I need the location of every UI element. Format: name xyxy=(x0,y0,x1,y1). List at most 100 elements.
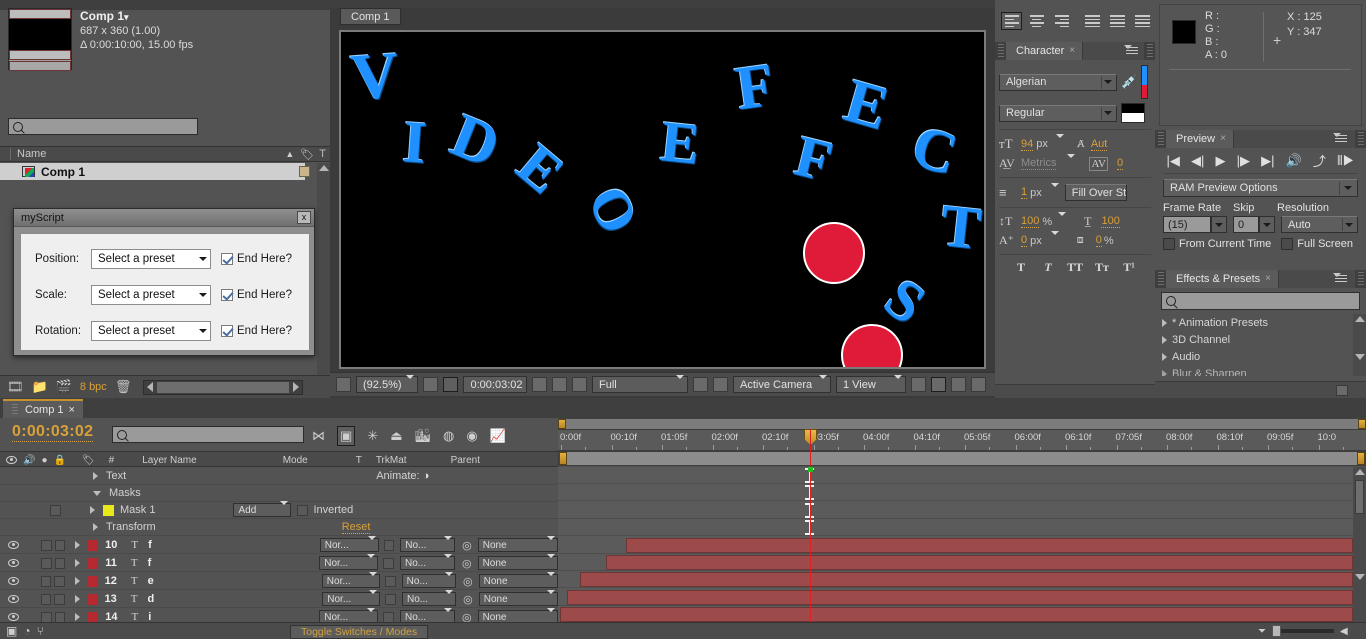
layer-label-color[interactable] xyxy=(86,593,98,605)
layer-visibility-icon[interactable] xyxy=(8,577,19,585)
layer-mode-select[interactable]: Nor... xyxy=(319,553,379,570)
frame-rate-dropdown-icon[interactable] xyxy=(1211,216,1227,233)
region-target-icon[interactable] xyxy=(693,377,708,392)
layer-mode-select[interactable]: Nor... xyxy=(319,535,379,552)
parent-pickwhip-icon[interactable]: ◎ xyxy=(463,575,473,588)
trkmat-select[interactable]: No... xyxy=(401,571,456,588)
layer-solo-checkbox[interactable] xyxy=(40,575,52,587)
track-row[interactable] xyxy=(558,502,1366,519)
rotation-preset-select[interactable]: Select a preset xyxy=(91,321,211,341)
frame-rate-value[interactable]: (15) xyxy=(1163,216,1211,233)
preserve-transparency-checkbox[interactable] xyxy=(385,593,396,605)
next-frame-icon[interactable]: |▶ xyxy=(1237,153,1250,169)
snapshot-icon[interactable] xyxy=(532,377,547,392)
ram-preview-icon[interactable]: ⦀▶ xyxy=(1337,153,1354,169)
loop-icon[interactable]: ⤴ xyxy=(1313,151,1326,170)
layer-visibility-icon[interactable] xyxy=(8,559,19,567)
graph-toggle-icon[interactable]: ⑂ xyxy=(37,624,44,638)
layer-label-color[interactable] xyxy=(87,611,99,623)
list-item[interactable]: Blur & Sharpen xyxy=(1155,365,1366,376)
new-folder-icon[interactable]: 📁 xyxy=(32,379,48,395)
property-row-masks[interactable]: Masks xyxy=(0,485,558,502)
graph-editor-icon[interactable]: ⏏ xyxy=(390,428,402,444)
property-row-transform[interactable]: Transform Reset xyxy=(0,519,558,536)
vscale-value[interactable]: 100 xyxy=(1021,215,1040,228)
align-center-icon[interactable] xyxy=(1026,12,1047,30)
effects-scrollbar[interactable] xyxy=(1353,314,1366,376)
align-right-icon[interactable] xyxy=(1051,12,1072,30)
track-row[interactable] xyxy=(558,467,1366,484)
hscale-value[interactable]: 100 xyxy=(1101,215,1120,228)
justify-all-icon[interactable] xyxy=(1132,12,1153,30)
chevron-right-icon[interactable] xyxy=(74,595,80,603)
sort-arrow-icon[interactable]: ▲ xyxy=(285,149,294,159)
scale-end-here-checkbox[interactable]: End Here? xyxy=(221,289,292,301)
fast-previews-icon[interactable] xyxy=(931,377,946,392)
preserve-transparency-checkbox[interactable] xyxy=(383,611,394,623)
table-row[interactable]: 11 T f Nor... No... ◎ None xyxy=(0,553,558,572)
leading-value[interactable]: Aut xyxy=(1090,138,1108,151)
table-row[interactable]: 12 T e Nor... No... ◎ None xyxy=(0,571,559,590)
viewer-timecode[interactable]: 0:00:03:02 xyxy=(463,376,527,393)
work-area-top-bar[interactable] xyxy=(558,418,1366,429)
timeline-vscrollbar[interactable] xyxy=(1353,467,1366,622)
from-current-time-checkbox[interactable]: From Current Time xyxy=(1163,238,1271,250)
resolution-select[interactable]: Full xyxy=(592,374,688,393)
track-row[interactable] xyxy=(558,484,1366,502)
timeline-ruler[interactable]: 0:00f 00:10f 01:05f 02:00f 02:10f 03:05f 04:00… xyxy=(558,418,1366,466)
preview-resolution-select[interactable]: Auto xyxy=(1281,216,1358,233)
chevron-right-icon[interactable] xyxy=(75,613,81,621)
position-end-here-checkbox[interactable]: End Here? xyxy=(221,253,292,265)
layer-lock-checkbox[interactable] xyxy=(54,557,66,569)
scale-preset-select[interactable]: Select a preset xyxy=(91,285,211,305)
graph-curve-icon[interactable]: 📈 xyxy=(490,428,506,444)
tab-timeline-comp[interactable]: Comp 1 × xyxy=(3,399,83,418)
layer-lock-checkbox[interactable] xyxy=(54,593,65,605)
close-icon[interactable]: x xyxy=(297,211,311,224)
close-icon[interactable]: × xyxy=(1220,130,1226,148)
channels-icon[interactable] xyxy=(572,377,587,392)
trkmat-select[interactable]: No... xyxy=(399,553,455,570)
superscript-icon[interactable]: T¹ xyxy=(1121,260,1138,275)
project-search-input[interactable] xyxy=(8,118,198,135)
layer-switches-icon[interactable]: ▣ xyxy=(6,624,17,638)
layer-visibility-icon[interactable] xyxy=(8,541,19,549)
layer-label-color[interactable] xyxy=(87,575,98,587)
delete-icon[interactable]: 🗑 xyxy=(115,379,132,395)
effects-search-input[interactable] xyxy=(1161,292,1360,310)
property-row-mask1[interactable]: Mask 1 Add Inverted xyxy=(0,500,558,519)
layer-visibility-icon[interactable] xyxy=(8,613,19,621)
mask-mode-select[interactable]: Add xyxy=(233,500,292,517)
faux-bold-icon[interactable]: T xyxy=(1013,260,1030,275)
new-folder-icon[interactable] xyxy=(1336,384,1348,396)
chevron-right-icon[interactable] xyxy=(75,541,81,549)
layer-label-color[interactable] xyxy=(87,539,99,551)
draft-3d-icon[interactable]: ▣ xyxy=(337,426,356,446)
layer-label-color[interactable] xyxy=(87,557,99,569)
interpret-footage-icon[interactable]: 🎞 xyxy=(7,379,24,395)
small-caps-icon[interactable]: Tт xyxy=(1094,260,1111,275)
live-update-icon[interactable]: ⋈ xyxy=(312,428,325,444)
project-scrollbar[interactable] xyxy=(317,163,330,375)
timeline-tracks[interactable] xyxy=(558,467,1366,622)
last-frame-icon[interactable]: ▶| xyxy=(1261,153,1274,169)
property-row-text[interactable]: Text Animate: ◑ xyxy=(0,468,558,485)
parent-pickwhip-icon[interactable]: ◎ xyxy=(462,539,472,552)
camera-select[interactable]: Active Camera xyxy=(733,374,831,393)
baseline-value[interactable]: 0 xyxy=(1021,234,1028,247)
timeline-graph-icon[interactable] xyxy=(951,377,966,392)
chevron-right-icon[interactable] xyxy=(93,523,98,531)
stroke-order-select[interactable]: Fill Over Stro xyxy=(1064,184,1127,201)
layer-lock-checkbox[interactable] xyxy=(54,611,66,623)
layer-lock-checkbox[interactable] xyxy=(54,575,66,587)
bit-depth-label[interactable]: 8 bpc xyxy=(80,381,107,393)
list-item[interactable]: Audio xyxy=(1155,348,1366,365)
hide-shy-icon[interactable]: ◍ xyxy=(443,428,454,444)
preserve-transparency-checkbox[interactable] xyxy=(384,575,396,587)
layer-duration-bar[interactable] xyxy=(626,537,1353,553)
always-preview-icon[interactable] xyxy=(336,377,351,392)
region-of-interest-icon[interactable] xyxy=(443,377,458,392)
magnification-select[interactable]: (92.5%) xyxy=(356,374,418,393)
comp-flowchart-icon[interactable] xyxy=(971,377,986,392)
project-hscrollbar[interactable] xyxy=(143,379,304,395)
